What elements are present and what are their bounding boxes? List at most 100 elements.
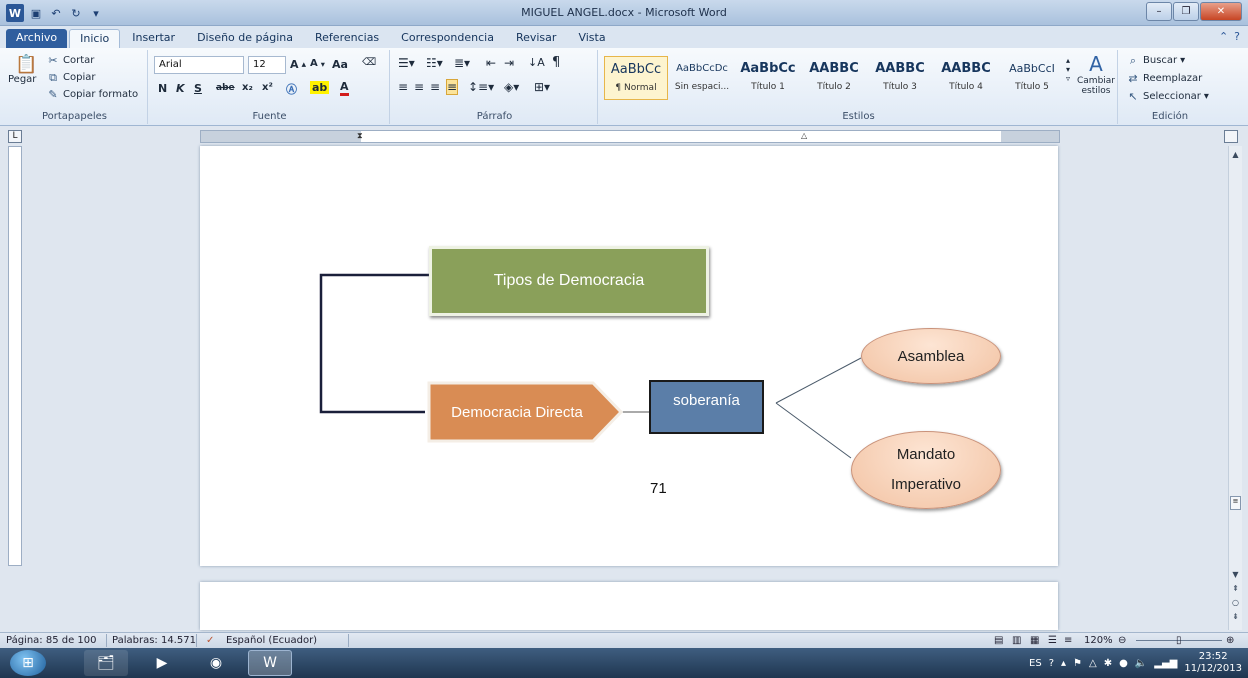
format-painter-button[interactable]: ✎ Copiar formato [46,88,138,101]
browse-object-icon[interactable]: ○ [1229,598,1242,611]
close-button[interactable]: ✕ [1200,2,1242,21]
replace-button[interactable]: ⇄ Reemplazar [1126,72,1202,85]
minimize-button[interactable]: – [1146,2,1172,21]
word-taskbar-icon[interactable]: W [248,650,292,676]
security-tray-icon[interactable]: ● [1119,658,1128,669]
subscript-button[interactable]: x₂ [242,82,253,93]
indent-marker-icon[interactable]: ⧗ [357,131,363,141]
start-button[interactable]: ⊞ [10,650,46,676]
tab-insertar[interactable]: Insertar [122,29,185,48]
grow-font-button[interactable]: A ▴ [290,58,306,71]
view-draft-icon[interactable]: ≡ [1064,635,1072,646]
style-titulo-3[interactable]: AABBC Título 3 [868,56,932,100]
ribbon-minimize-icon[interactable]: ⌃ [1219,30,1228,43]
align-left-icon[interactable]: ≡ [398,80,408,94]
find-button[interactable]: ⌕ Buscar ▾ [1126,54,1185,67]
bullets-icon[interactable]: ☰▾ [398,56,415,70]
shrink-font-button[interactable]: A ▾ [310,58,325,69]
node-asamblea[interactable]: Asamblea [861,328,1001,384]
font-name-field[interactable]: Arial [154,56,244,74]
maximize-button[interactable]: ❐ [1173,2,1199,21]
document-page[interactable]: Tipos de Democracia Democracia Directa s… [200,146,1058,566]
tab-referencias[interactable]: Referencias [305,29,389,48]
more-styles-icon[interactable]: ▿ [1066,74,1070,83]
network-tray-icon[interactable]: △ [1089,658,1097,669]
help-icon[interactable]: ? [1234,30,1240,43]
tab-diseno-pagina[interactable]: Diseño de página [187,29,303,48]
underline-button[interactable]: S [194,82,202,95]
clear-format-icon[interactable]: ⌫ [362,57,376,68]
right-indent-icon[interactable]: △ [801,131,807,140]
view-web-icon[interactable]: ▦ [1030,635,1039,646]
strikethrough-button[interactable]: abe [216,83,235,93]
align-right-icon[interactable]: ≡ [430,80,440,94]
multilevel-list-icon[interactable]: ≣▾ [454,56,470,70]
show-hidden-icon[interactable]: ▴ [1061,658,1066,669]
help-tray-icon[interactable]: ? [1049,658,1054,669]
page-count[interactable]: Página: 85 de 100 [6,635,97,646]
proofing-icon[interactable]: ✓ [206,635,214,646]
zoom-thumb[interactable]: ▯ [1176,635,1182,646]
align-center-icon[interactable]: ≡ [414,80,424,94]
node-democracia-directa[interactable]: Democracia Directa [427,381,623,443]
font-color-icon[interactable]: A [340,81,349,96]
zoom-in-icon[interactable]: ⊕ [1226,635,1234,646]
superscript-button[interactable]: x² [262,82,273,93]
change-styles-button[interactable]: A Cambiar estilos [1076,52,1116,96]
vertical-scrollbar[interactable]: ▲ ≡ ▼ ⇞ ○ ⇟ [1228,146,1242,630]
node-tipos-democracia[interactable]: Tipos de Democracia [429,246,709,316]
word-count[interactable]: Palabras: 14.571 [112,635,196,646]
browser-taskbar-icon[interactable]: ◉ [194,650,238,676]
style-sin-espaciado[interactable]: AaBbCcDc Sin espaci... [670,56,734,100]
scroll-down-icon[interactable]: ▼ [1229,570,1242,583]
change-case-button[interactable]: Aa [332,58,348,71]
style-titulo-4[interactable]: AABBC Título 4 [934,56,998,100]
tab-revisar[interactable]: Revisar [506,29,566,48]
increase-indent-icon[interactable]: ⇥ [504,56,514,70]
borders-icon[interactable]: ⊞▾ [534,80,550,94]
next-page-icon[interactable]: ⇟ [1229,612,1242,625]
tab-archivo[interactable]: Archivo [6,29,68,48]
highlight-icon[interactable]: ab [310,81,330,94]
next-document-page[interactable] [200,582,1058,630]
app-tray-icon[interactable]: ✱ [1104,658,1112,669]
sort-icon[interactable]: ↓A [528,56,545,69]
view-print-layout-icon[interactable]: ▤ [994,635,1003,646]
zoom-out-icon[interactable]: ⊖ [1118,635,1126,646]
shading-icon[interactable]: ◈▾ [504,80,519,94]
tab-inicio[interactable]: Inicio [69,29,121,48]
tab-correspondencia[interactable]: Correspondencia [391,29,504,48]
justify-icon[interactable]: ≡ [446,79,459,95]
media-player-taskbar-icon[interactable]: ▶ [140,650,184,676]
explorer-taskbar-icon[interactable]: 🗂 [84,650,128,676]
node-mandato-imperativo[interactable]: Mandato Imperativo [851,431,1001,509]
signal-icon[interactable]: ▂▄▆ [1154,658,1177,669]
paste-button[interactable]: 📋 Pegar [8,54,38,85]
select-button[interactable]: ↖ Seleccionar ▾ [1126,90,1209,103]
volume-icon[interactable]: 🔈 [1135,658,1147,669]
view-outline-icon[interactable]: ☰ [1048,635,1057,646]
italic-button[interactable]: K [176,82,185,95]
scroll-thumb[interactable]: ≡ [1230,496,1241,510]
line-spacing-icon[interactable]: ↕≡▾ [468,80,494,94]
zoom-level[interactable]: 120% [1084,635,1113,646]
font-size-field[interactable]: 12 [248,56,286,74]
tab-selector-icon[interactable]: L [8,130,22,143]
prev-page-icon[interactable]: ⇞ [1229,584,1242,597]
styles-scroll[interactable]: ▴ ▾ ▿ [1066,56,1070,83]
scroll-up-icon[interactable]: ▴ [1066,56,1070,65]
style-normal[interactable]: AaBbCc ¶ Normal [604,56,668,100]
show-marks-icon[interactable]: ¶ [552,55,560,70]
numbering-icon[interactable]: ☷▾ [426,56,443,70]
copy-button[interactable]: ⧉ Copiar [46,71,95,84]
clock[interactable]: 23:52 11/12/2013 [1184,651,1242,675]
bold-button[interactable]: N [158,82,167,95]
style-titulo-5[interactable]: AaBbCcI Título 5 [1000,56,1064,100]
cut-button[interactable]: ✂ Cortar [46,54,94,67]
language-status[interactable]: Español (Ecuador) [226,635,317,646]
view-ruler-icon[interactable] [1224,130,1238,143]
scroll-up-icon[interactable]: ▲ [1229,150,1242,163]
style-titulo-2[interactable]: AABBC Título 2 [802,56,866,100]
horizontal-ruler[interactable]: ⧗ △ [200,130,1060,143]
tab-vista[interactable]: Vista [568,29,615,48]
